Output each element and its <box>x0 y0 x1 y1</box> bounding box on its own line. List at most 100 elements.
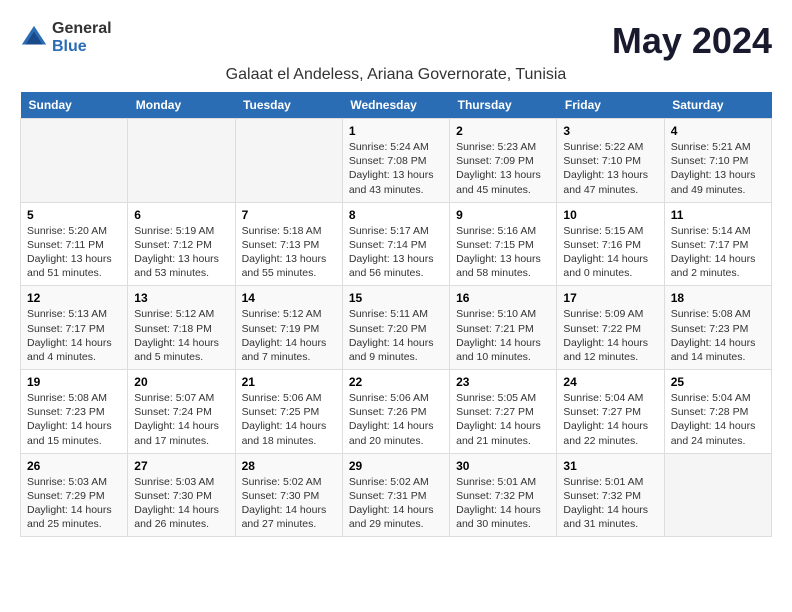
calendar-cell: 26 Sunrise: 5:03 AM Sunset: 7:29 PM Dayli… <box>21 453 128 537</box>
calendar-cell: 11 Sunrise: 5:14 AM Sunset: 7:17 PM Dayli… <box>664 202 771 286</box>
day-info: Sunrise: 5:20 AM Sunset: 7:11 PM Dayligh… <box>27 224 121 281</box>
calendar-cell: 1 Sunrise: 5:24 AM Sunset: 7:08 PM Daylig… <box>342 119 449 203</box>
calendar-cell: 31 Sunrise: 5:01 AM Sunset: 7:32 PM Dayli… <box>557 453 664 537</box>
calendar-cell: 8Sunrise: 5:17 AM Sunset: 7:14 PM Daylig… <box>342 202 449 286</box>
calendar-cell: 10 Sunrise: 5:15 AM Sunset: 7:16 PM Dayli… <box>557 202 664 286</box>
calendar-cell: 15 Sunrise: 5:11 AM Sunset: 7:20 PM Dayli… <box>342 286 449 370</box>
day-info: Sunrise: 5:09 AM Sunset: 7:22 PM Dayligh… <box>563 307 657 364</box>
weekday-header-monday: Monday <box>128 92 235 119</box>
month-title: May 2024 <box>612 20 772 62</box>
day-info: Sunrise: 5:01 AM Sunset: 7:32 PM Dayligh… <box>563 475 657 532</box>
day-number: 21 <box>242 375 336 389</box>
day-number: 2 <box>456 124 550 138</box>
day-info: Sunrise: 5:06 AM Sunset: 7:26 PM Dayligh… <box>349 391 443 448</box>
day-info: Sunrise: 5:12 AM Sunset: 7:18 PM Dayligh… <box>134 307 228 364</box>
calendar-cell: 9Sunrise: 5:16 AM Sunset: 7:15 PM Daylig… <box>450 202 557 286</box>
calendar-cell: 28 Sunrise: 5:02 AM Sunset: 7:30 PM Dayli… <box>235 453 342 537</box>
week-row-2: 5 Sunrise: 5:20 AM Sunset: 7:11 PM Daylig… <box>21 202 772 286</box>
day-info: Sunrise: 5:03 AM Sunset: 7:29 PM Dayligh… <box>27 475 121 532</box>
day-number: 14 <box>242 291 336 305</box>
day-info: Sunrise: 5:03 AM Sunset: 7:30 PM Dayligh… <box>134 475 228 532</box>
calendar-cell: 2 Sunrise: 5:23 AM Sunset: 7:09 PM Daylig… <box>450 119 557 203</box>
day-info: Sunrise: 5:01 AM Sunset: 7:32 PM Dayligh… <box>456 475 550 532</box>
day-info: Sunrise: 5:12 AM Sunset: 7:19 PM Dayligh… <box>242 307 336 364</box>
day-number: 6 <box>134 208 228 222</box>
day-info: Sunrise: 5:08 AM Sunset: 7:23 PM Dayligh… <box>671 307 765 364</box>
calendar-cell: 16 Sunrise: 5:10 AM Sunset: 7:21 PM Dayli… <box>450 286 557 370</box>
day-number: 11 <box>671 208 765 222</box>
day-number: 1 <box>349 124 443 138</box>
day-info: Sunrise: 5:18 AM Sunset: 7:13 PM Dayligh… <box>242 224 336 281</box>
logo: General Blue <box>20 20 112 55</box>
day-number: 13 <box>134 291 228 305</box>
calendar-cell: 4 Sunrise: 5:21 AM Sunset: 7:10 PM Daylig… <box>664 119 771 203</box>
calendar-table: SundayMondayTuesdayWednesdayThursdayFrid… <box>20 92 772 537</box>
calendar-cell: 12Sunrise: 5:13 AM Sunset: 7:17 PM Dayli… <box>21 286 128 370</box>
day-number: 4 <box>671 124 765 138</box>
calendar-cell: 13 Sunrise: 5:12 AM Sunset: 7:18 PM Dayli… <box>128 286 235 370</box>
day-number: 25 <box>671 375 765 389</box>
day-number: 20 <box>134 375 228 389</box>
calendar-cell: 29 Sunrise: 5:02 AM Sunset: 7:31 PM Dayli… <box>342 453 449 537</box>
weekday-header-sunday: Sunday <box>21 92 128 119</box>
day-info: Sunrise: 5:11 AM Sunset: 7:20 PM Dayligh… <box>349 307 443 364</box>
logo-icon <box>20 24 48 52</box>
calendar-cell: 17 Sunrise: 5:09 AM Sunset: 7:22 PM Dayli… <box>557 286 664 370</box>
day-info: Sunrise: 5:04 AM Sunset: 7:28 PM Dayligh… <box>671 391 765 448</box>
day-number: 5 <box>27 208 121 222</box>
day-number: 31 <box>563 459 657 473</box>
day-info: Sunrise: 5:16 AM Sunset: 7:15 PM Dayligh… <box>456 224 550 281</box>
day-number: 29 <box>349 459 443 473</box>
calendar-cell: 18 Sunrise: 5:08 AM Sunset: 7:23 PM Dayli… <box>664 286 771 370</box>
week-row-4: 19 Sunrise: 5:08 AM Sunset: 7:23 PM Dayli… <box>21 370 772 454</box>
calendar-cell: 24Sunrise: 5:04 AM Sunset: 7:27 PM Dayli… <box>557 370 664 454</box>
day-number: 30 <box>456 459 550 473</box>
calendar-cell: 19 Sunrise: 5:08 AM Sunset: 7:23 PM Dayli… <box>21 370 128 454</box>
day-number: 23 <box>456 375 550 389</box>
calendar-cell: 30 Sunrise: 5:01 AM Sunset: 7:32 PM Dayli… <box>450 453 557 537</box>
day-info: Sunrise: 5:19 AM Sunset: 7:12 PM Dayligh… <box>134 224 228 281</box>
day-number: 22 <box>349 375 443 389</box>
location-title: Galaat el Andeless, Ariana Governorate, … <box>20 66 772 84</box>
day-number: 24 <box>563 375 657 389</box>
day-info: Sunrise: 5:23 AM Sunset: 7:09 PM Dayligh… <box>456 140 550 197</box>
day-info: Sunrise: 5:02 AM Sunset: 7:31 PM Dayligh… <box>349 475 443 532</box>
day-info: Sunrise: 5:14 AM Sunset: 7:17 PM Dayligh… <box>671 224 765 281</box>
day-number: 8 <box>349 208 443 222</box>
day-number: 3 <box>563 124 657 138</box>
day-number: 27 <box>134 459 228 473</box>
day-number: 18 <box>671 291 765 305</box>
day-number: 10 <box>563 208 657 222</box>
week-row-3: 12Sunrise: 5:13 AM Sunset: 7:17 PM Dayli… <box>21 286 772 370</box>
day-number: 28 <box>242 459 336 473</box>
page-header: General Blue May 2024 <box>20 20 772 62</box>
calendar-cell: 23Sunrise: 5:05 AM Sunset: 7:27 PM Dayli… <box>450 370 557 454</box>
calendar-cell <box>21 119 128 203</box>
weekday-header-wednesday: Wednesday <box>342 92 449 119</box>
day-number: 17 <box>563 291 657 305</box>
weekday-header-tuesday: Tuesday <box>235 92 342 119</box>
day-info: Sunrise: 5:07 AM Sunset: 7:24 PM Dayligh… <box>134 391 228 448</box>
day-info: Sunrise: 5:02 AM Sunset: 7:30 PM Dayligh… <box>242 475 336 532</box>
day-number: 7 <box>242 208 336 222</box>
weekday-header-row: SundayMondayTuesdayWednesdayThursdayFrid… <box>21 92 772 119</box>
calendar-cell <box>235 119 342 203</box>
day-info: Sunrise: 5:24 AM Sunset: 7:08 PM Dayligh… <box>349 140 443 197</box>
calendar-cell: 14 Sunrise: 5:12 AM Sunset: 7:19 PM Dayli… <box>235 286 342 370</box>
day-number: 15 <box>349 291 443 305</box>
day-info: Sunrise: 5:08 AM Sunset: 7:23 PM Dayligh… <box>27 391 121 448</box>
day-number: 16 <box>456 291 550 305</box>
day-info: Sunrise: 5:10 AM Sunset: 7:21 PM Dayligh… <box>456 307 550 364</box>
weekday-header-saturday: Saturday <box>664 92 771 119</box>
weekday-header-thursday: Thursday <box>450 92 557 119</box>
day-info: Sunrise: 5:21 AM Sunset: 7:10 PM Dayligh… <box>671 140 765 197</box>
logo-general: General <box>52 20 112 38</box>
day-number: 12 <box>27 291 121 305</box>
calendar-cell <box>128 119 235 203</box>
day-info: Sunrise: 5:22 AM Sunset: 7:10 PM Dayligh… <box>563 140 657 197</box>
day-info: Sunrise: 5:15 AM Sunset: 7:16 PM Dayligh… <box>563 224 657 281</box>
week-row-1: 1 Sunrise: 5:24 AM Sunset: 7:08 PM Daylig… <box>21 119 772 203</box>
calendar-cell: 7 Sunrise: 5:18 AM Sunset: 7:13 PM Daylig… <box>235 202 342 286</box>
day-number: 26 <box>27 459 121 473</box>
day-number: 19 <box>27 375 121 389</box>
